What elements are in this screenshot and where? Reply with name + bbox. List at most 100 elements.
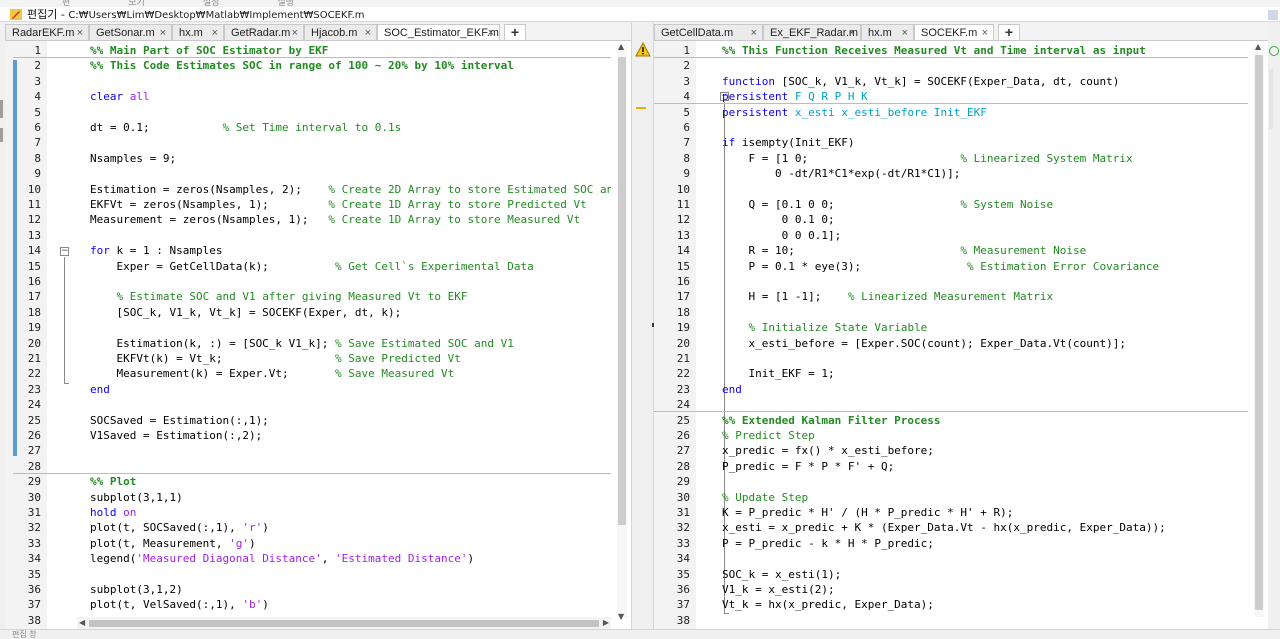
code-line[interactable]: hold on xyxy=(90,505,136,520)
code-line[interactable]: K = P_predic * H' / (H * P_predic * H' +… xyxy=(722,505,1013,520)
left-hscroll-thumb[interactable] xyxy=(89,620,599,627)
code-line[interactable]: x_predic = fx() * x_esti_before; xyxy=(722,443,934,458)
scroll-down-icon[interactable]: ▼ xyxy=(618,612,624,622)
editor-tab[interactable]: hx.m × xyxy=(172,24,224,40)
scroll-up-icon[interactable]: ▲ xyxy=(618,42,624,52)
code-line[interactable]: P = 0.1 * eye(3); % Estimation Error Cov… xyxy=(722,259,1159,274)
code-line[interactable]: 0 0.1 0; xyxy=(722,212,835,227)
scroll-right-icon[interactable]: ▶ xyxy=(603,618,609,628)
code-line[interactable]: persistent F Q R P H K xyxy=(722,89,868,104)
code-line[interactable]: EKFVt(k) = Vt_k; % Save Predicted Vt xyxy=(90,351,460,366)
code-line[interactable]: Estimation = zeros(Nsamples, 2); % Creat… xyxy=(90,182,611,197)
code-line[interactable]: V1Saved = Estimation(:,2); xyxy=(90,428,262,443)
right-vertical-scrollbar[interactable]: ▲ xyxy=(1254,42,1264,617)
code-line[interactable]: %% This Function Receives Measured Vt an… xyxy=(722,43,1146,58)
code-line[interactable]: Exper = GetCellData(k); % Get Cell`s Exp… xyxy=(90,259,533,274)
left-horizontal-scrollbar[interactable]: ◀ ▶ xyxy=(77,617,611,629)
code-line[interactable]: subplot(3,1,1) xyxy=(90,490,183,505)
code-line[interactable]: end xyxy=(722,382,742,397)
left-code-editor[interactable]: 1 2 3 4 5 6 7 8 9 10 11 12 13 14 15 16 17 18 19 20 21 22 23 24 2… xyxy=(5,41,631,629)
code-line[interactable]: persistent x_esti x_esti_before Init_EKF xyxy=(722,105,987,120)
pane-divider[interactable] xyxy=(631,23,654,629)
code-line[interactable]: F = [1 0; % Linearized System Matrix xyxy=(722,151,1132,166)
tab-close-icon[interactable]: × xyxy=(365,25,371,40)
right-code-area[interactable]: %% This Function Receives Measured Vt an… xyxy=(708,41,1248,629)
code-line[interactable]: % Predict Step xyxy=(722,428,815,443)
new-tab-button[interactable]: + xyxy=(504,24,526,40)
tab-close-icon[interactable]: × xyxy=(751,25,757,40)
code-line[interactable]: V1_k = x_esti(2); xyxy=(722,582,835,597)
code-line[interactable]: % Estimate SOC and V1 after giving Measu… xyxy=(90,289,468,304)
code-line[interactable]: H = [1 -1]; % Linearized Measurement Mat… xyxy=(722,289,1053,304)
analysis-ok-icon[interactable] xyxy=(1269,46,1279,56)
left-code-area[interactable]: %% Main Part of SOC Estimator by EKF%% T… xyxy=(76,41,611,629)
code-line[interactable]: x_esti_before = [Exper.SOC(count); Exper… xyxy=(722,336,1126,351)
tab-close-icon[interactable]: × xyxy=(160,25,166,40)
code-line[interactable]: % Update Step xyxy=(722,490,808,505)
tab-close-icon[interactable]: × xyxy=(212,25,218,40)
code-line[interactable]: SOCSaved = Estimation(:,1); xyxy=(90,413,269,428)
code-line[interactable]: P = P_predic - k * H * P_predic; xyxy=(722,536,934,551)
right-code-editor[interactable]: 1 2 3 4 5 6 7 8 9 10 11 12 13 14 15 16 17 18 19 20 21 22 23 24 2… xyxy=(654,41,1268,629)
warning-line-marker[interactable] xyxy=(636,107,646,109)
editor-tab[interactable]: Ex_EKF_Radar.m × xyxy=(763,24,861,40)
fold-toggle-icon[interactable]: − xyxy=(60,247,69,256)
left-editor-pane[interactable]: RadarEKF.m × GetSonar.m × hx.m × GetRadar.m × Hj… xyxy=(5,23,631,629)
menu-hint[interactable]: 실행 xyxy=(277,0,294,7)
right-vscroll-thumb[interactable] xyxy=(1255,55,1263,610)
editor-tab[interactable]: hx.m × xyxy=(861,24,914,40)
editor-tab[interactable]: Hjacob.m × xyxy=(304,24,377,40)
tab-close-icon[interactable]: × xyxy=(488,25,494,40)
code-line[interactable]: plot(t, SOCSaved(:,1), 'r') xyxy=(90,520,269,535)
editor-tab[interactable]: GetSonar.m × xyxy=(89,24,172,40)
tab-close-icon[interactable]: × xyxy=(849,25,855,40)
menu-hint[interactable]: 보기 xyxy=(128,0,145,7)
menu-hint[interactable]: 설정 xyxy=(203,0,220,7)
code-line[interactable]: end xyxy=(90,382,110,397)
code-line[interactable]: %% Main Part of SOC Estimator by EKF xyxy=(90,43,328,58)
menu-hint[interactable]: 편 xyxy=(62,0,70,7)
editor-tab[interactable]: GetRadar.m × xyxy=(224,24,304,40)
code-line[interactable]: Nsamples = 9; xyxy=(90,151,176,166)
code-line[interactable]: Measurement(k) = Exper.Vt; % Save Measur… xyxy=(90,366,454,381)
code-line[interactable]: plot(t, VelSaved(:,1), 'b') xyxy=(90,597,269,612)
code-line[interactable]: SOC_k = x_esti(1); xyxy=(722,567,841,582)
code-line[interactable]: Vt_k = hx(x_predic, Exper_Data); xyxy=(722,597,934,612)
warning-icon[interactable] xyxy=(635,42,651,57)
code-line[interactable]: %% Plot xyxy=(90,474,136,489)
code-line[interactable]: legend('Measured Diagonal Distance', 'Es… xyxy=(90,551,474,566)
tab-close-icon[interactable]: × xyxy=(982,25,988,40)
code-line[interactable]: 0 0 0.1]; xyxy=(722,228,842,243)
code-line[interactable]: [SOC_k, V1_k, Vt_k] = SOCEKF(Exper, dt, … xyxy=(90,305,401,320)
editor-tab[interactable]: SOC_Estimator_EKF.m × xyxy=(377,24,500,40)
editor-tab[interactable]: RadarEKF.m × xyxy=(5,24,89,40)
code-line[interactable]: EKFVt = zeros(Nsamples, 1); % Create 1D … xyxy=(90,197,587,212)
right-editor-pane[interactable]: GetCellData.m × Ex_EKF_Radar.m × hx.m × SOCEKF… xyxy=(654,23,1268,629)
code-line[interactable]: Measurement = zeros(Nsamples, 1); % Crea… xyxy=(90,212,580,227)
code-line[interactable]: 0 -dt/R1*C1*exp(-dt/R1*C1)]; xyxy=(722,166,960,181)
editor-tab[interactable]: SOCEKF.m × xyxy=(914,24,994,40)
code-line[interactable]: Estimation(k, :) = [SOC_k V1_k]; % Save … xyxy=(90,336,513,351)
code-line[interactable]: plot(t, Measurement, 'g') xyxy=(90,536,256,551)
code-line[interactable]: for k = 1 : Nsamples xyxy=(90,243,222,258)
editor-tab[interactable]: GetCellData.m × xyxy=(654,24,763,40)
code-line[interactable]: P_predic = F * P * F' + Q; xyxy=(722,459,894,474)
code-line[interactable]: % Initialize State Variable xyxy=(722,320,928,335)
scroll-left-icon[interactable]: ◀ xyxy=(79,618,85,628)
tab-close-icon[interactable]: × xyxy=(292,25,298,40)
code-line[interactable]: if isempty(Init_EKF) xyxy=(722,135,854,150)
left-vscroll-thumb[interactable] xyxy=(618,57,626,525)
code-line[interactable]: Init_EKF = 1; xyxy=(722,366,834,381)
scroll-up-icon[interactable]: ▲ xyxy=(1255,42,1261,52)
code-line[interactable]: Q = [0.1 0 0; % System Noise xyxy=(722,197,1053,212)
code-line[interactable]: dt = 0.1; % Set Time interval to 0.1s xyxy=(90,120,401,135)
code-line[interactable]: x_esti = x_predic + K * (Exper_Data.Vt -… xyxy=(722,520,1166,535)
code-line[interactable]: %% This Code Estimates SOC in range of 1… xyxy=(90,58,514,73)
code-line[interactable]: %% Extended Kalman Filter Process xyxy=(722,413,941,428)
tab-close-icon[interactable]: × xyxy=(902,25,908,40)
left-vertical-scrollbar[interactable]: ▲ ▼ xyxy=(617,42,627,621)
code-line[interactable]: clear all xyxy=(90,89,150,104)
code-line[interactable]: function [SOC_k, V1_k, Vt_k] = SOCEKF(Ex… xyxy=(722,74,1119,89)
code-line[interactable]: R = 10; % Measurement Noise xyxy=(722,243,1086,258)
code-line[interactable]: subplot(3,1,2) xyxy=(90,582,183,597)
